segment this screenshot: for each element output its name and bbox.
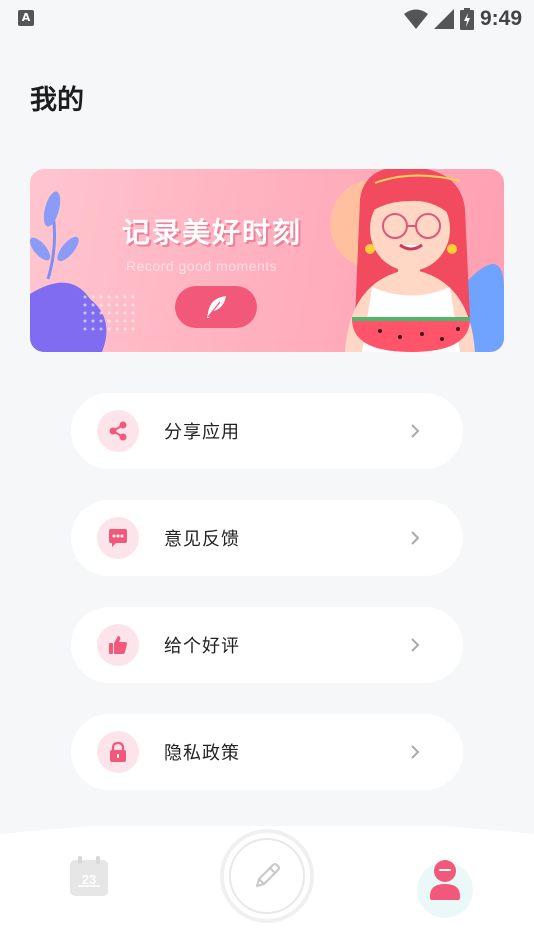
menu-item-label: 意见反馈 [164,529,240,550]
wifi-icon [403,9,428,29]
chevron-right-icon [411,531,420,545]
nav-write-ring [229,838,305,914]
banner-title: 记录美好时刻 [122,216,303,249]
calendar-icon: 23 [70,856,108,896]
menu-item-share[interactable]: 分享应用 [71,393,463,469]
chevron-right-icon [411,424,420,438]
signal-icon [433,9,454,29]
calendar-day: 23 [82,872,96,887]
pencil-icon [256,863,280,887]
battery-icon [459,8,474,30]
menu-item-label: 给个好评 [164,636,240,657]
chat-bubble-icon [109,529,127,547]
page-title: 我的 [30,85,84,116]
clock: 9:49 [479,7,522,30]
promo-banner[interactable]: 记录美好时刻 Record good moments [30,169,504,352]
menu-item-label: 分享应用 [164,422,240,443]
banner-subtitle: Record good moments [126,258,278,274]
nav-calendar[interactable]: 23 [70,856,108,896]
rate-icon-badge [97,624,139,666]
chevron-right-icon [411,745,420,759]
share-icon-badge [97,410,139,452]
status-icons: 9:49 [403,6,522,32]
profile-icon [417,860,473,918]
menu-item-privacy[interactable]: 隐私政策 [71,714,463,790]
lock-icon [110,741,126,762]
status-bar: A 9:49 [0,0,534,38]
app-notification-icon: A [18,10,34,26]
banner-write-button[interactable] [175,286,257,328]
nav-write-button[interactable] [224,833,310,919]
thumbs-up-icon [109,636,127,654]
chevron-right-icon [411,638,420,652]
privacy-icon-badge [97,731,139,773]
share-icon [109,421,127,441]
menu-item-label: 隐私政策 [164,743,240,764]
feedback-icon-badge [97,517,139,559]
menu-item-rate[interactable]: 给个好评 [71,607,463,683]
nav-profile[interactable] [416,856,474,918]
feather-icon [207,296,226,318]
menu-item-feedback[interactable]: 意见反馈 [71,500,463,576]
